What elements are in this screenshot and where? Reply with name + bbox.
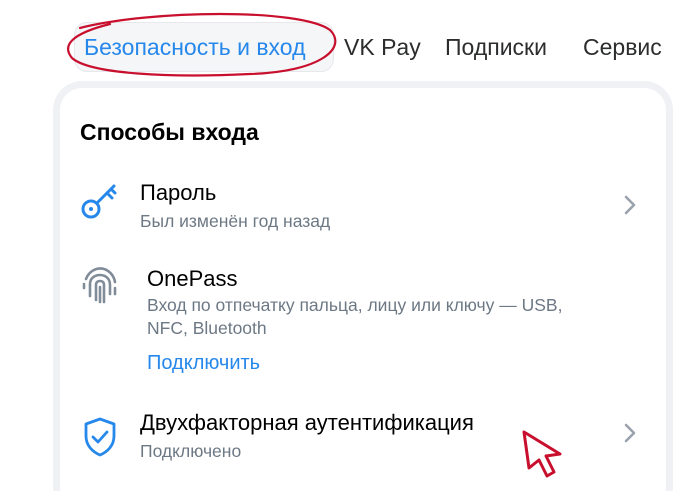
two-factor-row[interactable]: Двухфакторная аутентификация Подключено [60,400,666,474]
settings-page: Безопасность и вход VK Pay Подписки Серв… [0,0,700,491]
tab-subscriptions[interactable]: Подписки [445,33,547,61]
key-icon [81,184,117,219]
tab-security-and-login[interactable]: Безопасность и вход [84,33,306,61]
two-factor-subtitle: Подключено [140,441,242,461]
shield-check-icon [84,417,116,457]
onepass-row: OnePass Вход по отпечатку пальца, лицу и… [60,258,666,380]
tab-bar: Безопасность и вход VK Pay Подписки Серв… [0,0,700,86]
two-factor-title: Двухфакторная аутентификация [140,410,474,435]
fingerprint-icon [82,267,117,304]
chevron-right-icon [624,423,636,443]
onepass-subtitle-line1: Вход по отпечатку пальца, лицу или ключу… [147,295,563,315]
onepass-subtitle-line2: NFC, Bluetooth [147,318,267,338]
section-title: Способы входа [80,119,259,145]
tab-services[interactable]: Сервис [583,33,662,61]
tab-vk-pay[interactable]: VK Pay [344,33,421,61]
onepass-title: OnePass [147,266,238,291]
chevron-right-icon [624,195,636,215]
password-subtitle: Был изменён год назад [140,211,331,231]
onepass-connect-link[interactable]: Подключить [147,351,260,375]
password-row[interactable]: Пароль Был изменён год назад [60,168,666,242]
password-title: Пароль [140,180,217,205]
